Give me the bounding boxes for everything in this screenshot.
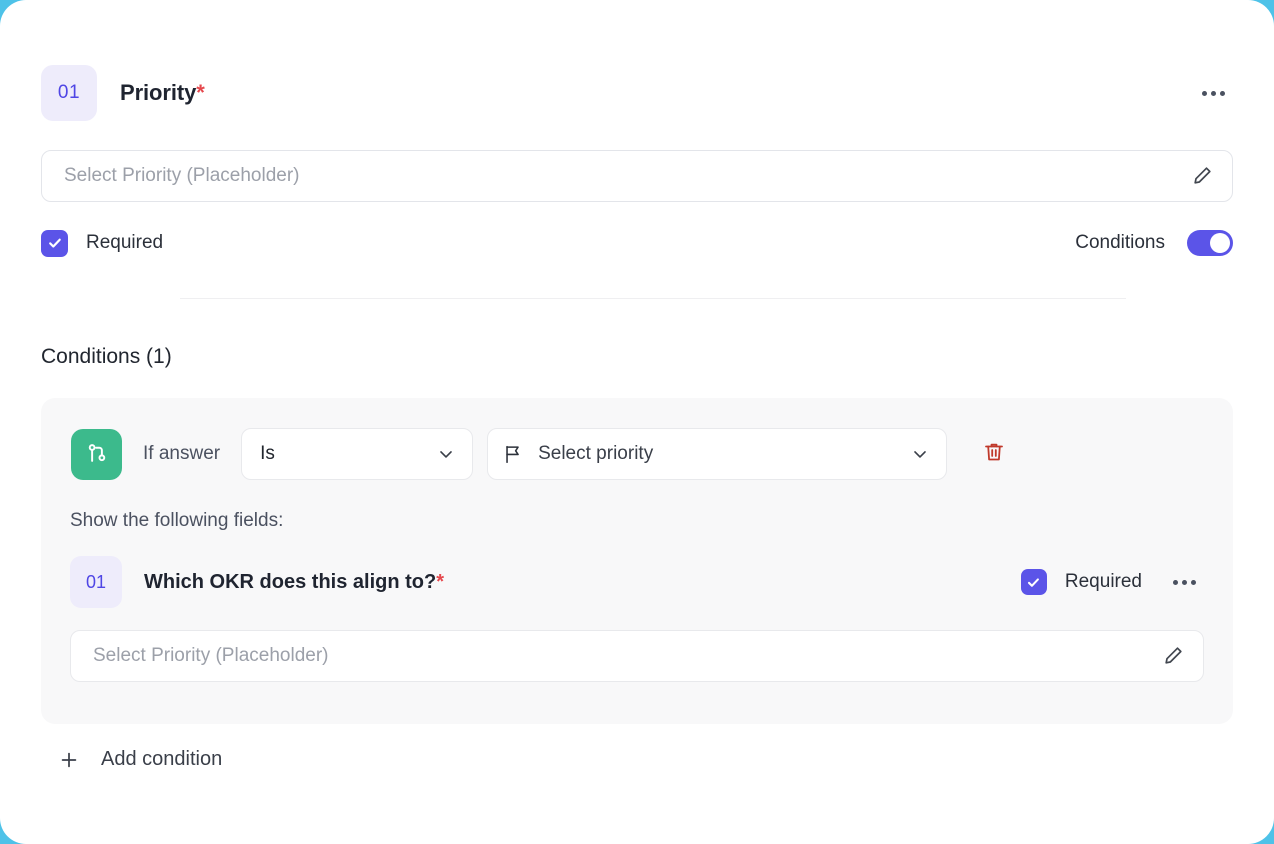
required-asterisk: * [436, 571, 444, 593]
condition-value-dropdown[interactable]: Select priority [487, 428, 947, 480]
nested-field-okr: 01 Which OKR does this align to?* Requir… [70, 556, 1204, 682]
nested-field-controls: Required [1021, 565, 1204, 599]
ellipsis-icon [1173, 580, 1178, 585]
show-fields-label: Show the following fields: [70, 510, 283, 532]
ellipsis-icon [1182, 580, 1187, 585]
conditions-toggle-group: Conditions [1075, 230, 1233, 256]
nested-required-checkbox[interactable] [1021, 569, 1047, 595]
condition-operator-value: Is [260, 443, 436, 465]
conditions-toggle-label: Conditions [1075, 232, 1165, 254]
nested-field-header: 01 Which OKR does this align to?* Requir… [70, 556, 1204, 608]
section-divider [180, 298, 1126, 299]
if-answer-label: If answer [143, 443, 220, 465]
conditions-toggle[interactable] [1187, 230, 1233, 256]
nested-required-label: Required [1065, 571, 1142, 593]
chevron-down-icon [910, 444, 930, 464]
trash-icon [982, 440, 1006, 469]
branch-icon [71, 429, 122, 480]
chevron-down-icon [436, 444, 456, 464]
field-header: 01 Priority* [41, 64, 1233, 122]
condition-operator-dropdown[interactable]: Is [241, 428, 473, 480]
pencil-icon[interactable] [1161, 644, 1185, 668]
flag-icon [502, 443, 524, 465]
page-title: Priority* [120, 80, 205, 106]
priority-select-input[interactable]: Select Priority (Placeholder) [41, 150, 1233, 202]
ellipsis-icon [1202, 91, 1207, 96]
add-condition-label: Add condition [101, 748, 222, 771]
nested-field-title-text: Which OKR does this align to? [144, 571, 436, 593]
condition-value-text: Select priority [538, 443, 910, 465]
condition-rule-row: If answer Is Select priority [71, 428, 1009, 480]
priority-select-placeholder: Select Priority (Placeholder) [64, 165, 1190, 187]
field-required-row: Required Conditions [41, 228, 1233, 258]
delete-condition-button[interactable] [979, 439, 1009, 469]
ellipsis-icon [1220, 91, 1225, 96]
field-more-options-button[interactable] [1193, 76, 1233, 110]
condition-card: If answer Is Select priority [41, 398, 1233, 724]
field-priority: 01 Priority* Select Priority (Placeholde… [41, 64, 1233, 258]
ellipsis-icon [1191, 580, 1196, 585]
nested-field-title: Which OKR does this align to?* [144, 571, 444, 594]
field-index-badge: 01 [41, 65, 97, 121]
field-title-text: Priority [120, 80, 196, 105]
nested-priority-select-input[interactable]: Select Priority (Placeholder) [70, 630, 1204, 682]
nested-field-index-badge: 01 [70, 556, 122, 608]
nested-priority-select-placeholder: Select Priority (Placeholder) [93, 645, 1161, 667]
required-checkbox[interactable] [41, 230, 68, 257]
conditions-heading: Conditions (1) [41, 345, 172, 369]
plus-icon [58, 749, 80, 771]
nested-field-more-options-button[interactable] [1164, 565, 1204, 599]
ellipsis-icon [1211, 91, 1216, 96]
toggle-knob [1210, 233, 1230, 253]
pencil-icon[interactable] [1190, 164, 1214, 188]
form-builder-card: 01 Priority* Select Priority (Placeholde… [0, 0, 1274, 844]
add-condition-button[interactable]: Add condition [58, 748, 222, 771]
required-label: Required [86, 232, 163, 254]
required-asterisk: * [196, 80, 204, 105]
